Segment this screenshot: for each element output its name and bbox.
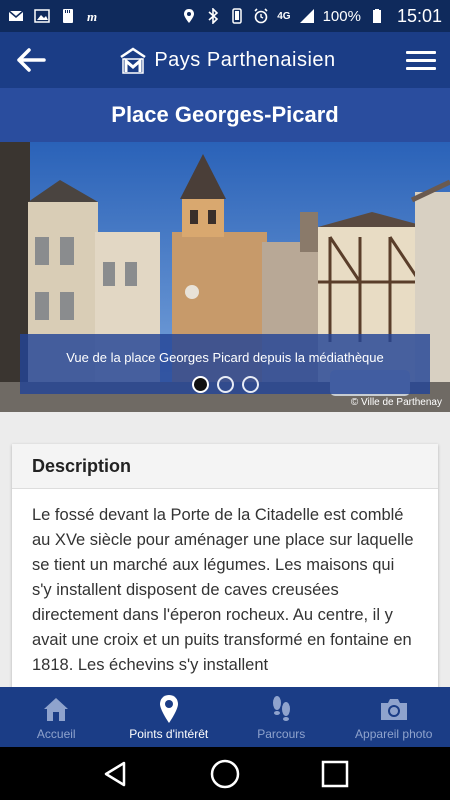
vibrate-icon	[232, 8, 242, 24]
nav-points-interet[interactable]: Points d'intérêt	[113, 687, 226, 747]
battery-icon	[372, 9, 381, 23]
alarm-icon	[254, 8, 268, 24]
nav-accueil[interactable]: Accueil	[0, 687, 113, 747]
image-icon	[34, 9, 50, 23]
gallery-pager	[0, 376, 450, 393]
status-bar: m 4G 100% 15:01	[0, 0, 450, 32]
camera-icon	[380, 699, 407, 720]
nav-parcours[interactable]: Parcours	[225, 687, 338, 747]
nav-label: Appareil photo	[355, 727, 433, 741]
sd-card-icon	[63, 9, 73, 23]
photo-credit: © Ville de Parthenay	[350, 397, 442, 408]
svg-text:m: m	[87, 9, 97, 24]
photo-caption-text: Vue de la place Georges Picard depuis la…	[66, 350, 384, 365]
nav-label: Points d'intérêt	[129, 727, 209, 741]
app-bar: Pays Parthenaisien	[0, 32, 450, 88]
nav-appareil-photo[interactable]: Appareil photo	[338, 687, 450, 747]
arrow-left-icon	[17, 48, 46, 72]
app-brand: Pays Parthenaisien	[48, 45, 406, 75]
description-card: Description Le fossé devant la Porte de …	[12, 444, 438, 704]
page-title-bar: Place Georges-Picard	[0, 88, 450, 142]
pager-dot-1[interactable]	[191, 376, 209, 393]
system-navigation-bar	[0, 747, 450, 800]
description-heading: Description	[12, 444, 438, 489]
logo-icon	[120, 47, 147, 74]
page-title: Place Georges-Picard	[111, 102, 339, 127]
back-button[interactable]	[14, 43, 48, 77]
network-type: 4G	[277, 10, 291, 22]
map-pin-icon	[159, 695, 178, 723]
mail-icon	[8, 10, 24, 21]
battery-level: 100%	[322, 7, 361, 25]
hamburger-icon	[406, 50, 436, 54]
nav-label: Accueil	[36, 727, 76, 741]
pager-dot-2[interactable]	[216, 376, 234, 393]
description-text: Le fossé devant la Porte de la Citadelle…	[32, 506, 414, 674]
location-icon	[184, 9, 195, 23]
home-icon	[44, 698, 69, 721]
bluetooth-icon	[208, 8, 219, 24]
app-title: Pays Parthenaisien	[154, 48, 336, 71]
pager-dot-3[interactable]	[241, 376, 259, 393]
back-triangle-icon[interactable]	[100, 759, 130, 789]
footsteps-icon	[273, 696, 291, 721]
home-circle-icon[interactable]	[209, 758, 241, 790]
clock: 15:01	[396, 5, 442, 26]
recent-apps-icon[interactable]	[320, 759, 350, 789]
newspaper-icon: m	[87, 9, 97, 24]
signal-icon	[299, 9, 314, 23]
nav-label: Parcours	[257, 727, 306, 741]
bottom-navigation: Accueil Points d'intérêt Parcours Appare…	[0, 687, 450, 747]
menu-button[interactable]	[406, 45, 436, 75]
